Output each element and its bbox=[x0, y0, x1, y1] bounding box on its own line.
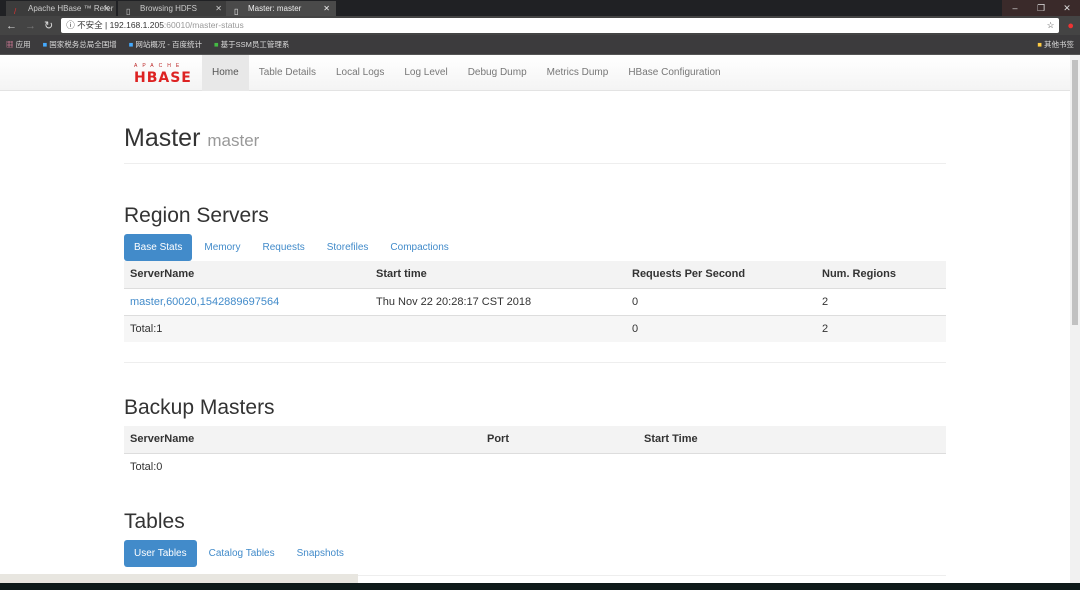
bookmark-label: 应用 bbox=[15, 40, 31, 49]
close-icon[interactable]: ✕ bbox=[103, 1, 110, 16]
section-heading: Backup Masters bbox=[124, 396, 275, 419]
bookmark-icon: ■ bbox=[128, 40, 134, 49]
back-icon[interactable]: ← bbox=[6, 20, 17, 32]
browser-tab-active[interactable]: ▯ Master: master ✕ bbox=[226, 1, 336, 16]
close-window-button[interactable]: ✕ bbox=[1054, 0, 1080, 16]
column-header: Num. Regions bbox=[816, 261, 946, 289]
bookmark[interactable]: ■ 基于SSM员工管理系 bbox=[214, 39, 289, 50]
forward-icon[interactable]: → bbox=[25, 20, 36, 32]
browser-tab[interactable]: / Apache HBase ™ Refer ✕ bbox=[6, 1, 116, 16]
cell: Total:1 bbox=[124, 314, 370, 342]
address-bar-row: ← → ↻ ⓘ 不安全 | 192.168.1.205:60010/master… bbox=[0, 16, 1080, 35]
bookmark-label: 基于SSM员工管理系 bbox=[220, 40, 290, 49]
section-heading: Tables bbox=[124, 510, 185, 533]
page-header: Master master bbox=[124, 124, 946, 164]
nav-log-level[interactable]: Log Level bbox=[394, 55, 457, 91]
apps-icon: ▦ bbox=[6, 40, 14, 49]
info-icon: ⓘ bbox=[66, 20, 75, 30]
scrollbar-thumb[interactable] bbox=[1072, 60, 1078, 325]
tab-title: Browsing HDFS bbox=[140, 4, 197, 13]
region-servers-section: Region Servers Base Stats Memory Request… bbox=[124, 204, 946, 363]
other-bookmarks[interactable]: ■ 其他书签 bbox=[1037, 39, 1074, 50]
bookmark-apps[interactable]: ▦ 应用 bbox=[6, 39, 31, 50]
column-header: Port bbox=[481, 426, 638, 454]
bookmark[interactable]: ■ 国家税务总局全国增 bbox=[43, 39, 117, 50]
cell: 2 bbox=[816, 314, 946, 342]
table-row: master,60020,1542889697564 Thu Nov 22 20:… bbox=[124, 287, 946, 315]
page-title: Master master bbox=[124, 124, 946, 153]
bookmark-label: 网站概况 - 百度统计 bbox=[135, 40, 203, 49]
tab-snapshots[interactable]: Snapshots bbox=[287, 540, 354, 567]
hbase-navbar: APACHE HBASE Home Table Details Local Log… bbox=[0, 55, 1080, 91]
logo-hbase: HBASE bbox=[134, 70, 192, 86]
region-servers-table: ServerName Start time Requests Per Second N… bbox=[124, 261, 946, 342]
nav-home[interactable]: Home bbox=[202, 55, 249, 91]
browser-tab[interactable]: ▯ Browsing HDFS ✕ bbox=[118, 1, 228, 16]
tab-storefiles[interactable]: Storefiles bbox=[317, 234, 379, 261]
tab-catalog-tables[interactable]: Catalog Tables bbox=[199, 540, 285, 567]
url-path: :60010/master-status bbox=[163, 20, 244, 30]
page-icon: ▯ bbox=[234, 7, 239, 16]
cell: 2 bbox=[816, 287, 946, 315]
url-input[interactable]: ⓘ 不安全 | 192.168.1.205:60010/master-statu… bbox=[61, 18, 1060, 33]
folder-icon: ■ bbox=[1037, 40, 1042, 49]
column-header: ServerName bbox=[124, 261, 370, 289]
backup-masters-table: ServerName Port Start Time Total:0 bbox=[124, 426, 946, 480]
bookmark[interactable]: ■ 网站概况 - 百度统计 bbox=[129, 39, 202, 50]
cell: Total:0 bbox=[124, 452, 481, 480]
tab-memory[interactable]: Memory bbox=[194, 234, 250, 261]
title-text: Master bbox=[124, 124, 201, 152]
column-header: Start time bbox=[370, 261, 626, 289]
close-icon[interactable]: ✕ bbox=[215, 1, 222, 16]
bookmark-icon: ■ bbox=[42, 40, 48, 49]
cell: 0 bbox=[626, 287, 816, 315]
backup-masters-section: Backup Masters ServerName Port Start Time … bbox=[124, 396, 946, 480]
nav-table-details[interactable]: Table Details bbox=[249, 55, 326, 91]
tables-section: Tables User Tables Catalog Tables Snapsh… bbox=[124, 510, 946, 576]
page-subtitle: master bbox=[207, 131, 260, 150]
cell: Thu Nov 22 20:28:17 CST 2018 bbox=[370, 287, 626, 315]
tab-title: Master: master bbox=[248, 4, 302, 13]
page-icon: ▯ bbox=[126, 7, 131, 16]
nav-hbase-configuration[interactable]: HBase Configuration bbox=[618, 55, 730, 91]
server-link[interactable]: master,60020,1542889697564 bbox=[130, 296, 279, 308]
tab-compactions[interactable]: Compactions bbox=[380, 234, 458, 261]
nav-local-logs[interactable]: Local Logs bbox=[326, 55, 394, 91]
scrollbar[interactable] bbox=[1070, 55, 1080, 583]
tab-base-stats[interactable]: Base Stats bbox=[124, 234, 193, 261]
column-header: ServerName bbox=[124, 426, 481, 454]
url-host: 192.168.1.205 bbox=[109, 20, 164, 30]
close-icon[interactable]: ✕ bbox=[323, 1, 330, 16]
reload-icon[interactable]: ↻ bbox=[44, 19, 53, 32]
tab-user-tables[interactable]: User Tables bbox=[124, 540, 197, 567]
cell: 0 bbox=[626, 314, 816, 342]
star-icon[interactable]: ☆ bbox=[1047, 18, 1055, 33]
nav-metrics-dump[interactable]: Metrics Dump bbox=[537, 55, 619, 91]
cell bbox=[370, 314, 626, 342]
bookmark-label: 国家税务总局全国增 bbox=[49, 40, 117, 49]
tab-title: Apache HBase ™ Refer bbox=[28, 4, 114, 13]
restore-button[interactable]: ❐ bbox=[1028, 0, 1054, 16]
minimize-button[interactable]: – bbox=[1002, 0, 1028, 16]
bookmarks-bar: ▦ 应用 ■ 国家税务总局全国增 ■ 网站概况 - 百度统计 ■ 基于SSM员工… bbox=[0, 35, 1080, 55]
hbase-logo[interactable]: APACHE HBASE bbox=[134, 63, 192, 86]
column-header: Requests Per Second bbox=[626, 261, 816, 289]
nav-debug-dump[interactable]: Debug Dump bbox=[458, 55, 537, 91]
tab-requests[interactable]: Requests bbox=[252, 234, 314, 261]
browser-tab-strip: / Apache HBase ™ Refer ✕ ▯ Browsing HDFS ✕ ▯… bbox=[0, 0, 1080, 16]
section-heading: Region Servers bbox=[124, 204, 269, 227]
total-row: Total:1 0 2 bbox=[124, 314, 946, 342]
bookmark-label: 其他书签 bbox=[1044, 40, 1074, 49]
taskbar bbox=[0, 583, 1080, 590]
logo-apache: APACHE bbox=[134, 63, 185, 69]
status-bar bbox=[0, 574, 358, 583]
bookmark-icon: ■ bbox=[214, 40, 219, 49]
extension-icon[interactable]: ● bbox=[1067, 20, 1074, 32]
feather-icon: / bbox=[14, 7, 17, 16]
column-header: Start Time bbox=[638, 426, 946, 454]
total-row: Total:0 bbox=[124, 452, 946, 480]
security-label: 不安全 bbox=[77, 20, 103, 30]
